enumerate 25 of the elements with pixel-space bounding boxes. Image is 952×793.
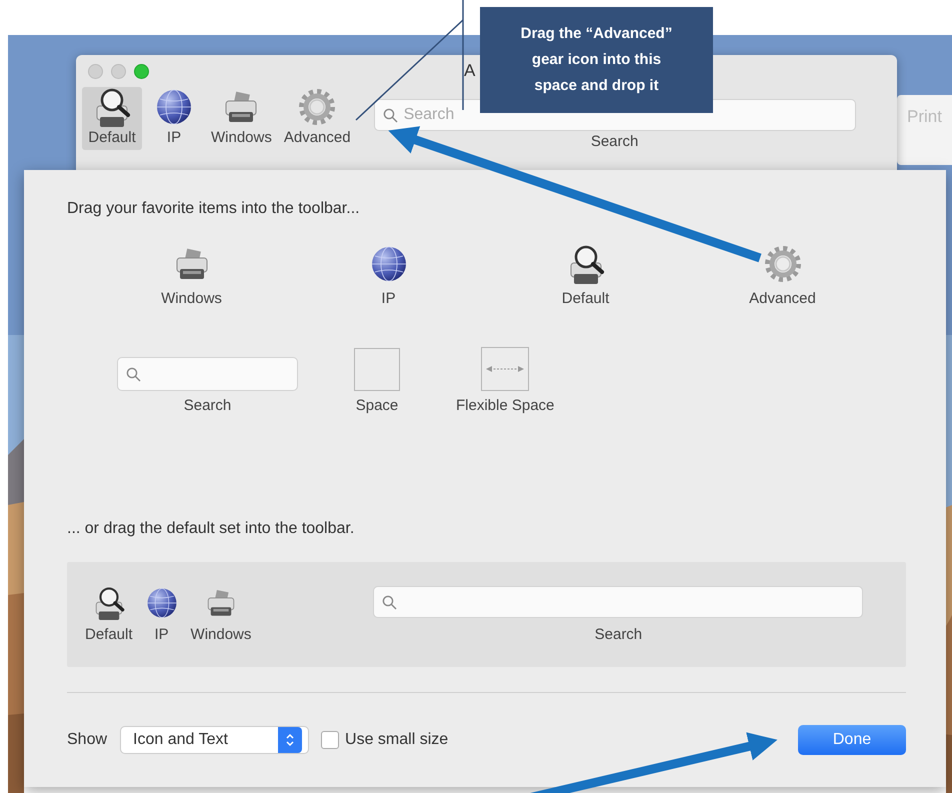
item-label: Space xyxy=(356,397,398,414)
search-icon xyxy=(382,594,398,610)
item-label: Default xyxy=(85,626,133,643)
default-set-heading: ... or drag the default set into the toolbar. xyxy=(67,520,356,538)
search-field[interactable] xyxy=(117,357,298,391)
globe-icon xyxy=(144,586,179,620)
gear-icon xyxy=(762,244,802,284)
item-label: IP xyxy=(154,626,169,643)
space-item[interactable] xyxy=(354,348,400,391)
item-label: Search xyxy=(184,397,232,414)
item-label: Default xyxy=(562,290,610,307)
item-label: Windows xyxy=(161,290,222,307)
item-label: IP xyxy=(381,290,396,307)
flexible-space-item[interactable] xyxy=(481,347,530,391)
search-icon xyxy=(126,366,141,382)
item-label: Flexible Space xyxy=(456,397,554,414)
stepper-icon xyxy=(285,732,296,748)
sheet-heading: Drag your favorite items into the toolbar... xyxy=(67,200,361,218)
item-label: Search xyxy=(594,626,642,643)
item-label: Windows xyxy=(190,626,252,643)
small-size-checkbox[interactable]: Use small size xyxy=(321,731,448,749)
show-label: Show xyxy=(67,731,108,749)
item-label: Advanced xyxy=(749,290,816,307)
show-popup[interactable]: Icon and Text xyxy=(120,726,310,754)
default-set-panel[interactable]: Default IP Windows Search xyxy=(67,562,906,667)
